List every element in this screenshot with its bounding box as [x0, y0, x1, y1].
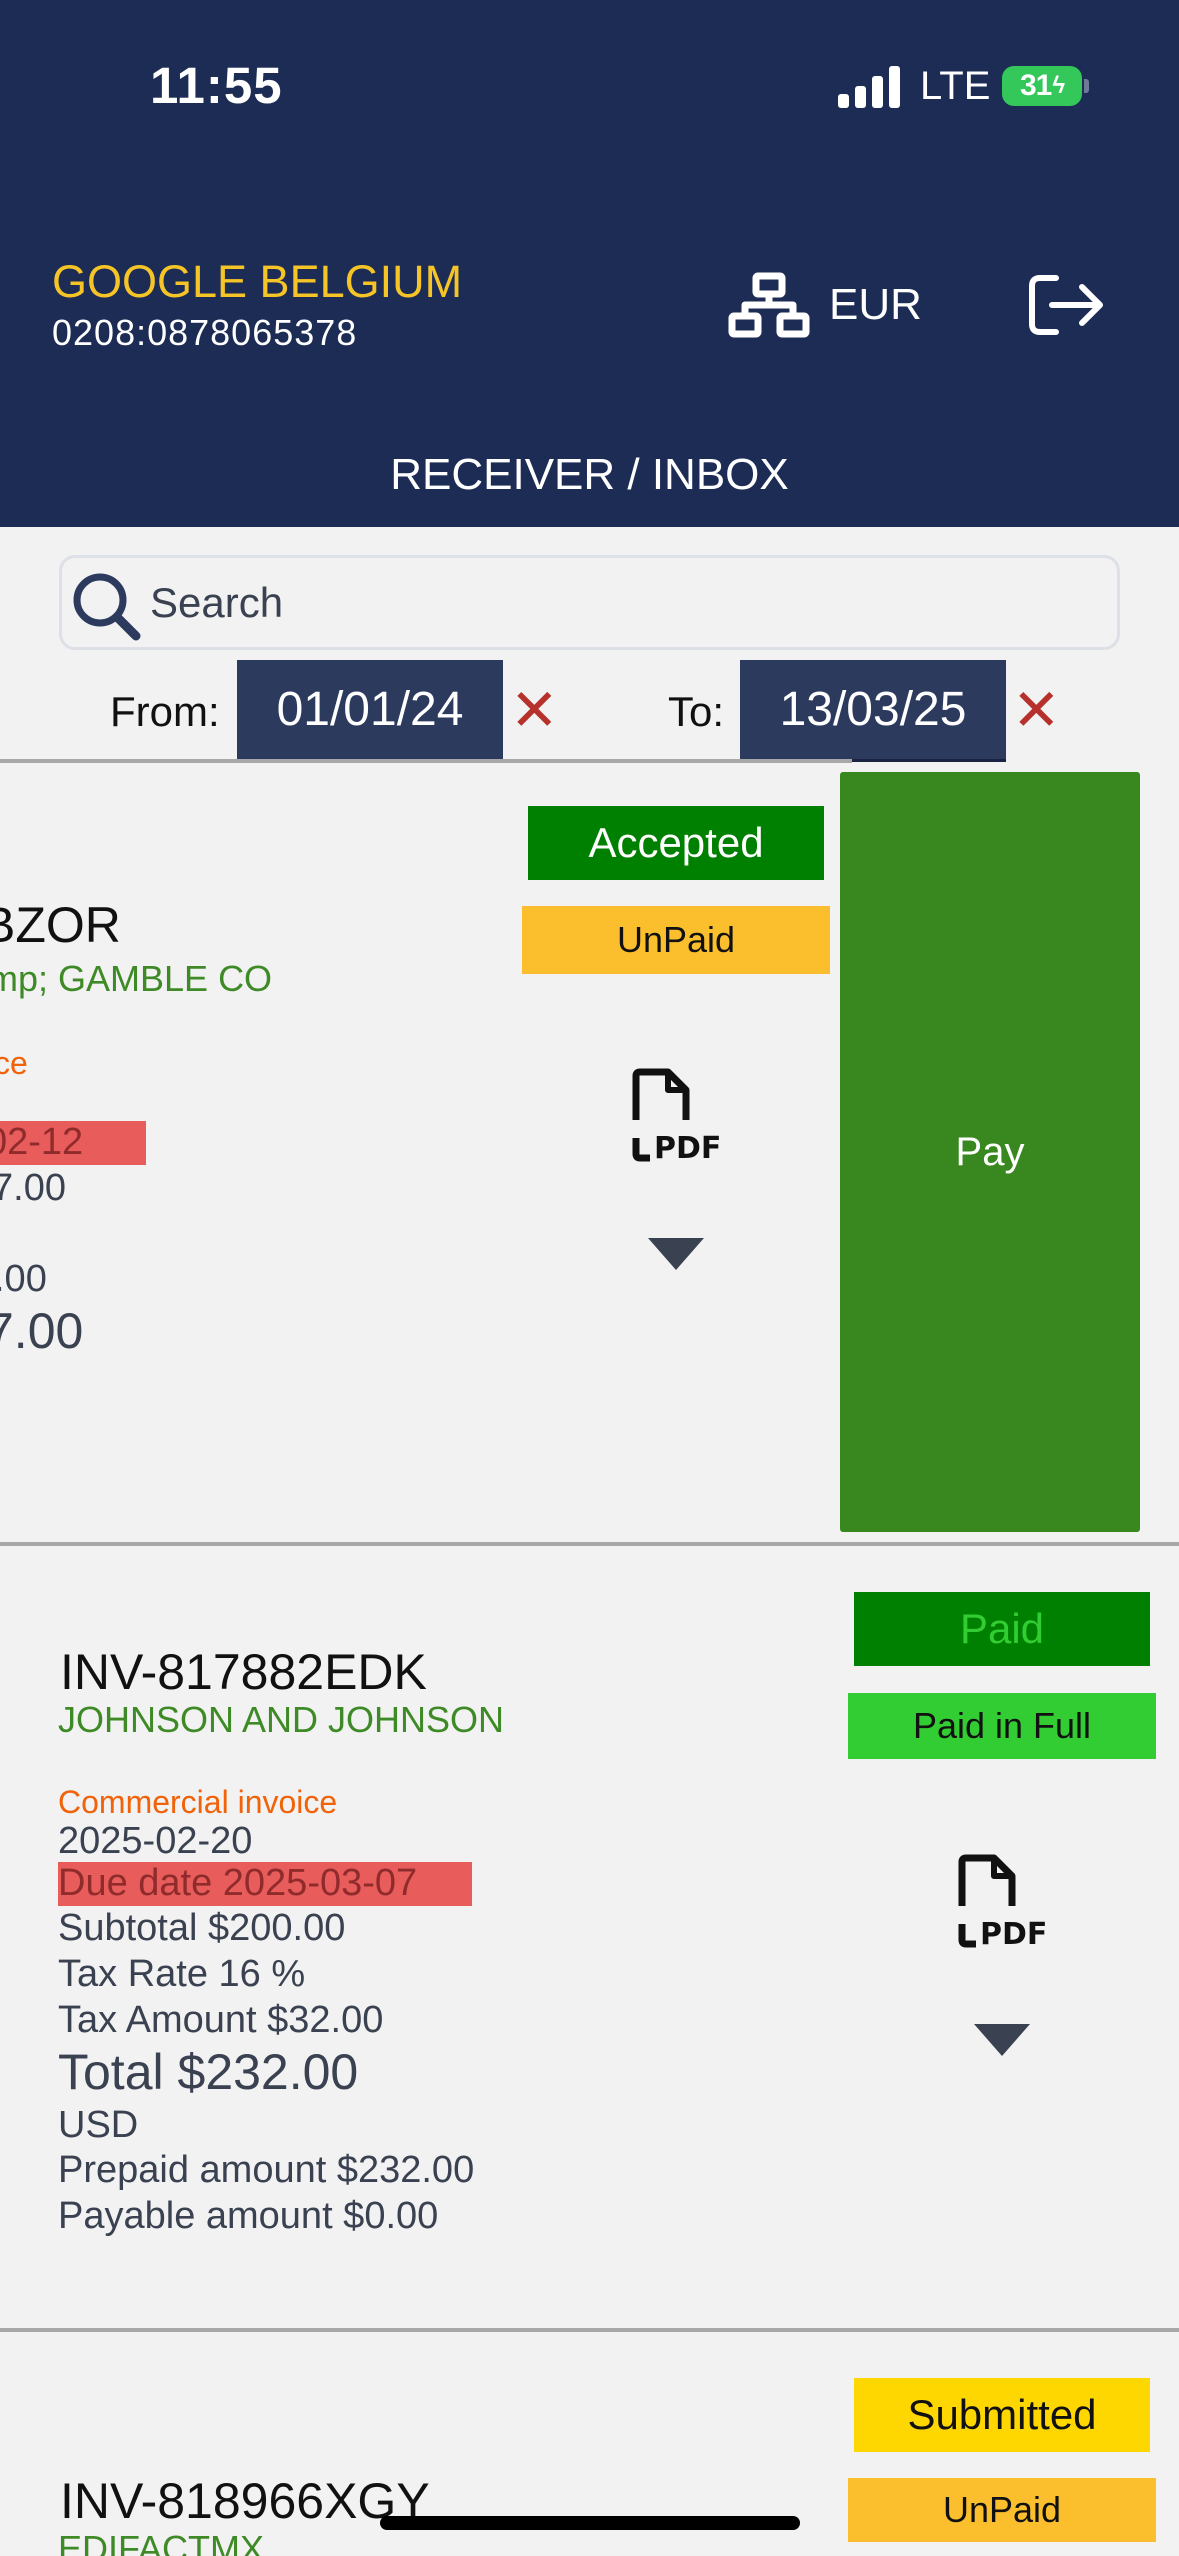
currency-selector[interactable]: EUR [829, 280, 922, 330]
status-badge: Submitted [854, 2378, 1150, 2452]
payment-status-badge: UnPaid [848, 2478, 1156, 2542]
home-indicator[interactable] [380, 2516, 800, 2530]
invoice-tax-amount: Tax Amount $32.00 [58, 1999, 384, 2041]
participant-id: 0208:0878065378 [52, 312, 358, 353]
invoice-customer: JOHNSON AND JOHNSON [58, 1699, 505, 1740]
clear-to-date-icon[interactable]: ✕ [1012, 680, 1061, 742]
svg-text:PDF: PDF [654, 1131, 720, 1162]
expand-chevron-icon[interactable] [646, 1236, 706, 1272]
invoice-tax-amount: .00 [0, 1258, 47, 1300]
invoice-tax-rate: Tax Rate 16 % [58, 1953, 306, 1995]
invoice-currency: USD [58, 2104, 139, 2146]
status-badge: Accepted [528, 806, 824, 880]
invoice-number[interactable]: INV-817882EDK [60, 1643, 427, 1701]
to-label: To: [668, 688, 725, 735]
invoice-due-date: Due date 2025-03-07 [58, 1862, 472, 1906]
divider [0, 759, 852, 763]
status-time: 11:55 [150, 57, 283, 114]
battery-tip [1084, 79, 1089, 93]
invoice-total: Total $232.00 [58, 2044, 359, 2100]
company-name: GOOGLE BELGIUM [52, 256, 463, 307]
invoice-payable-amount: Payable amount $0.00 [58, 2195, 439, 2237]
clear-from-date-icon[interactable]: ✕ [510, 680, 559, 742]
from-date-field[interactable]: 01/01/24 [237, 660, 503, 762]
search-icon [73, 573, 141, 641]
invoice-subtotal: Subtotal $200.00 [58, 1907, 346, 1949]
payment-status-badge: UnPaid [522, 906, 830, 974]
invoice-issue-date: 2025-02-20 [58, 1820, 253, 1862]
invoice-customer: EDIFACTMX [58, 2528, 265, 2556]
invoice-prepaid-amount: Prepaid amount $232.00 [58, 2149, 475, 2191]
payment-status-badge: Paid in Full [848, 1693, 1156, 1759]
invoice-type: ce [0, 1045, 28, 1081]
divider [0, 2328, 1179, 2332]
battery-level: 31 [1019, 69, 1052, 102]
pdf-icon[interactable]: PDF [956, 1854, 1046, 1948]
expand-chevron-icon[interactable] [972, 2022, 1032, 2058]
invoice-type: Commercial invoice [58, 1784, 338, 1820]
network-type: LTE [920, 64, 991, 108]
search-input[interactable] [150, 570, 1090, 636]
to-date-field[interactable]: 13/03/25 [740, 660, 1006, 762]
pdf-icon[interactable]: PDF [630, 1068, 720, 1162]
invoice-due-date: 02-12 [0, 1121, 146, 1165]
invoice-number[interactable]: BZOR [0, 896, 121, 954]
battery-icon: 31 ϟ [1002, 66, 1082, 106]
page-title: RECEIVER / INBOX [390, 450, 789, 499]
signal-strength-icon [838, 66, 900, 108]
invoice-number[interactable]: INV-818966XGY [60, 2472, 430, 2530]
charging-bolt-icon: ϟ [1052, 72, 1065, 99]
divider [0, 1542, 1179, 1546]
status-badge: Paid [854, 1592, 1150, 1666]
invoice-total: 7.00 [0, 1303, 84, 1359]
invoice-customer: mp; GAMBLE CO [0, 958, 273, 999]
pay-button[interactable]: Pay [840, 772, 1140, 1532]
invoice-subtotal: 7.00 [0, 1167, 66, 1209]
logout-icon[interactable] [1026, 272, 1106, 338]
svg-text:PDF: PDF [980, 1917, 1046, 1948]
network-icon[interactable] [728, 272, 810, 338]
from-label: From: [110, 688, 220, 735]
